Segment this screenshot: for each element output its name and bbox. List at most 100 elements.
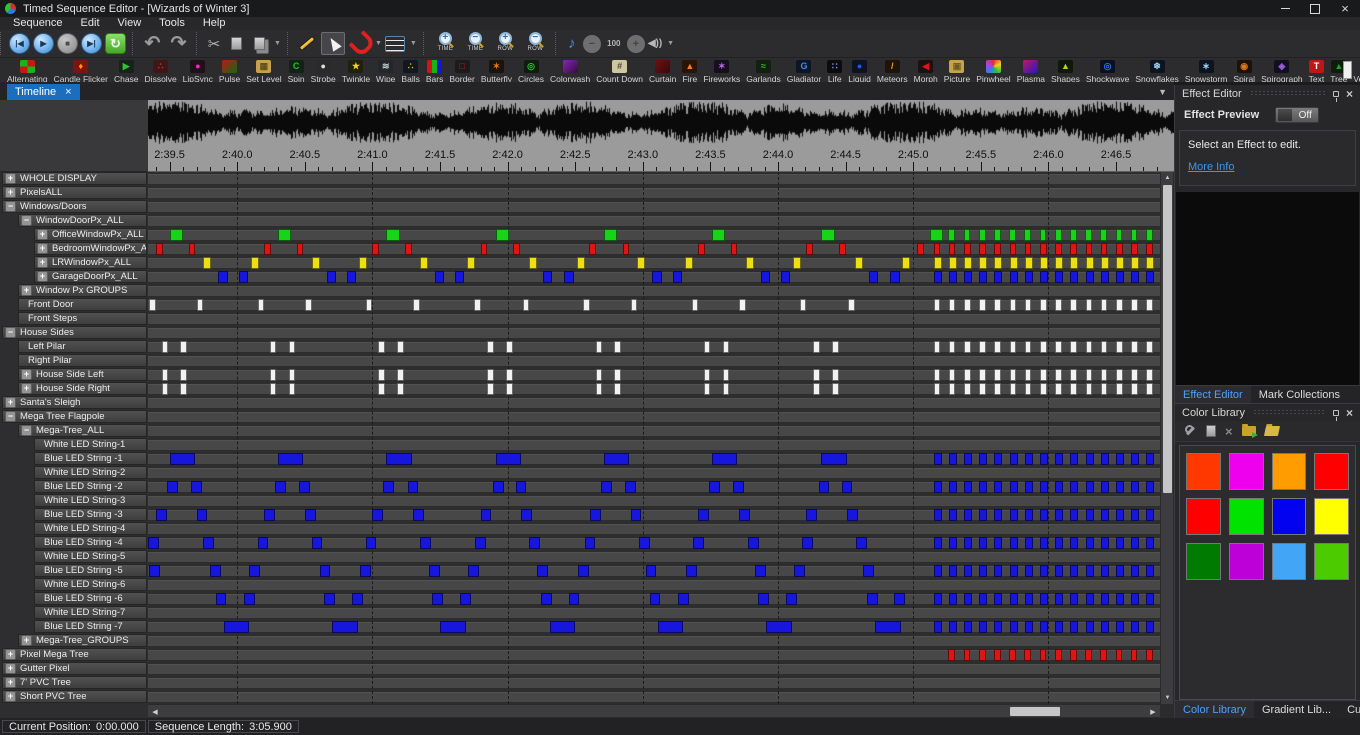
tree-row-blue-led-string-2[interactable]: Blue LED String -2: [0, 480, 148, 494]
effect-block[interactable]: [949, 271, 957, 283]
effect-block[interactable]: [529, 537, 540, 549]
import-colors-icon[interactable]: [1242, 426, 1256, 436]
effect-block[interactable]: [949, 537, 957, 549]
effect-block[interactable]: [994, 243, 1001, 255]
tree-row-white-led-string-7[interactable]: White LED String-7: [0, 606, 148, 620]
tree-row-bedroomwindowpx-all[interactable]: +BedroomWindowPx_ALL: [0, 242, 148, 256]
color-library-tab-color-library[interactable]: Color Library: [1175, 701, 1254, 718]
effect-block[interactable]: [529, 257, 537, 269]
effect-block[interactable]: [934, 369, 941, 381]
effect-block[interactable]: [979, 383, 986, 395]
effect-block[interactable]: [930, 229, 944, 241]
expand-icon[interactable]: +: [5, 677, 16, 688]
effect-block[interactable]: [979, 369, 986, 381]
effect-block[interactable]: [1131, 649, 1138, 661]
effect-block[interactable]: [1101, 271, 1109, 283]
effect-block[interactable]: [1070, 271, 1078, 283]
effect-block[interactable]: [289, 369, 296, 381]
effect-block[interactable]: [1055, 509, 1063, 521]
effect-block[interactable]: [949, 593, 957, 605]
effect-block[interactable]: [1040, 271, 1048, 283]
effect-block[interactable]: [197, 509, 208, 521]
effect-block[interactable]: [156, 509, 167, 521]
effect-block[interactable]: [758, 593, 769, 605]
close-button[interactable]: ×: [1330, 0, 1360, 17]
effect-block[interactable]: [1025, 383, 1032, 395]
effect-block[interactable]: [863, 565, 874, 577]
effect-block[interactable]: [902, 257, 910, 269]
effect-block[interactable]: [979, 509, 987, 521]
effect-block[interactable]: [964, 257, 972, 269]
effect-block[interactable]: [408, 481, 419, 493]
effect-block[interactable]: [1025, 481, 1033, 493]
effect-block[interactable]: [704, 341, 711, 353]
effect-block[interactable]: [1025, 341, 1032, 353]
color-swatch-7[interactable]: [1272, 498, 1307, 535]
effect-pulse[interactable]: Pulse: [216, 59, 243, 82]
effect-block[interactable]: [1101, 383, 1108, 395]
effect-block[interactable]: [631, 299, 638, 311]
effect-block[interactable]: [1086, 509, 1094, 521]
effect-block[interactable]: [1040, 593, 1048, 605]
effect-block[interactable]: [496, 453, 522, 465]
color-swatch-10[interactable]: [1229, 543, 1264, 580]
effect-block[interactable]: [258, 537, 269, 549]
effect-spin[interactable]: CSpin: [285, 59, 308, 82]
grid-options-dropdown-icon[interactable]: ▼: [410, 40, 417, 47]
effect-block[interactable]: [352, 593, 363, 605]
effect-block[interactable]: [979, 257, 987, 269]
snap-to-dropdown-icon[interactable]: ▼: [375, 40, 382, 47]
effect-block[interactable]: [964, 383, 971, 395]
effect-block[interactable]: [224, 621, 250, 633]
effect-block[interactable]: [1025, 593, 1033, 605]
stop-button[interactable]: ■: [57, 33, 78, 54]
effect-block[interactable]: [1055, 649, 1062, 661]
draw-mode-button[interactable]: [296, 33, 318, 55]
effect-block[interactable]: [979, 453, 987, 465]
effect-block[interactable]: [347, 271, 357, 283]
tree-row-house-side-left[interactable]: +House Side Left: [0, 368, 148, 382]
tree-row-white-led-string-1[interactable]: White LED String-1: [0, 438, 148, 452]
effect-block[interactable]: [979, 565, 987, 577]
effect-block[interactable]: [299, 481, 310, 493]
effect-block[interactable]: [1040, 369, 1047, 381]
effect-block[interactable]: [189, 243, 196, 255]
effect-block[interactable]: [320, 565, 331, 577]
effect-block[interactable]: [1070, 341, 1077, 353]
effect-block[interactable]: [1010, 593, 1018, 605]
effect-block[interactable]: [723, 369, 730, 381]
effect-block[interactable]: [405, 243, 412, 255]
effect-block[interactable]: [1146, 257, 1154, 269]
effect-block[interactable]: [270, 369, 277, 381]
effect-block[interactable]: [994, 271, 1002, 283]
effect-block[interactable]: [949, 453, 957, 465]
effect-block[interactable]: [1146, 509, 1154, 521]
effect-block[interactable]: [1086, 243, 1093, 255]
delete-color-icon[interactable]: ×: [1225, 425, 1233, 438]
menu-edit[interactable]: Edit: [72, 17, 109, 30]
effect-block[interactable]: [513, 243, 520, 255]
effect-block[interactable]: [1146, 369, 1153, 381]
effect-block[interactable]: [191, 481, 202, 493]
expand-icon[interactable]: +: [37, 229, 48, 240]
effect-block[interactable]: [1040, 537, 1048, 549]
menu-help[interactable]: Help: [194, 17, 235, 30]
collapse-icon[interactable]: −: [21, 425, 32, 436]
effect-block[interactable]: [1100, 649, 1107, 661]
effect-block[interactable]: [1101, 509, 1109, 521]
effect-block[interactable]: [162, 369, 169, 381]
effect-block[interactable]: [312, 257, 320, 269]
horizontal-scrollbar[interactable]: ◀ ▶: [148, 704, 1160, 717]
speed-up-button[interactable]: +: [627, 35, 645, 53]
effect-block[interactable]: [800, 299, 807, 311]
effect-block[interactable]: [979, 341, 986, 353]
effect-block[interactable]: [1131, 565, 1139, 577]
effect-editor-tab-effect-editor[interactable]: Effect Editor: [1175, 386, 1251, 403]
effect-block[interactable]: [1116, 257, 1124, 269]
effect-block[interactable]: [650, 593, 661, 605]
effect-fire[interactable]: ▲Fire: [679, 59, 700, 82]
effect-block[interactable]: [894, 593, 905, 605]
effect-block[interactable]: [949, 509, 957, 521]
effect-block[interactable]: [821, 453, 847, 465]
effect-block[interactable]: [794, 565, 805, 577]
